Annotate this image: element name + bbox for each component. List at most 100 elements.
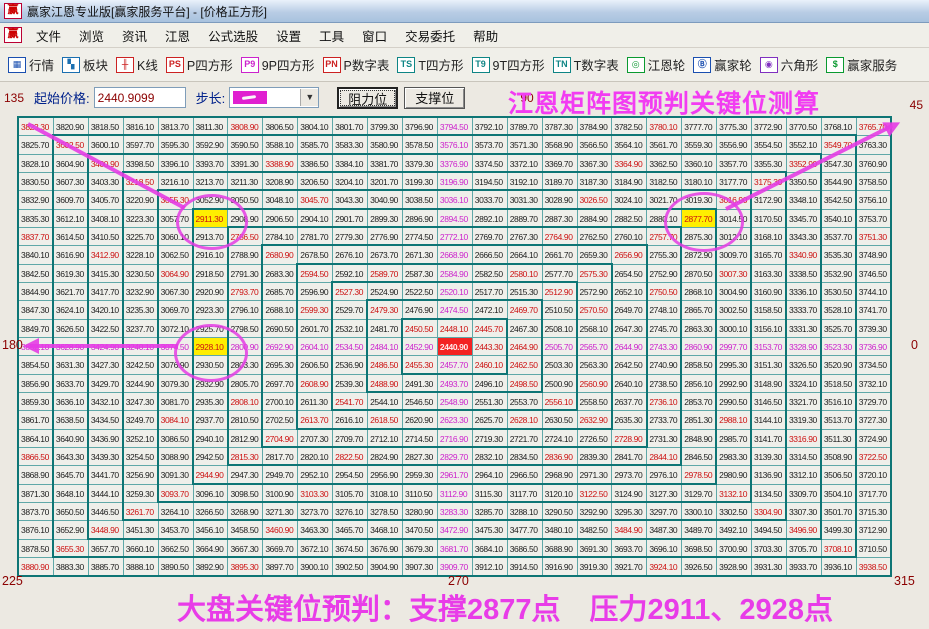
grid-cell[interactable]: 3628.90 (53, 337, 89, 357)
grid-cell[interactable]: 2486.50 (368, 356, 403, 375)
grid-cell[interactable]: 2630.50 (542, 411, 578, 430)
grid-cell[interactable]: 2949.70 (263, 466, 299, 485)
grid-cell[interactable]: 3480.10 (542, 521, 578, 540)
grid-cell[interactable]: 3362.50 (647, 154, 683, 173)
grid-cell[interactable]: 3470.50 (402, 521, 438, 540)
grid-cell[interactable]: 2745.70 (647, 319, 683, 338)
grid-cell[interactable]: 3439.30 (88, 447, 124, 467)
grid-cell[interactable]: 3388.90 (263, 154, 299, 173)
grid-cell[interactable]: 2868.10 (682, 282, 718, 302)
grid-cell[interactable]: 2925.70 (193, 319, 229, 338)
grid-cell[interactable]: 3468.10 (368, 521, 403, 540)
grid-cell[interactable]: 2505.70 (542, 337, 578, 357)
grid-cell[interactable]: 3242.50 (123, 356, 159, 375)
grid-cell[interactable]: 2673.70 (368, 246, 403, 265)
grid-cell[interactable]: 2608.90 (298, 374, 334, 393)
grid-cell[interactable]: 2678.50 (298, 246, 334, 265)
step-combobox[interactable]: ▼ (229, 87, 320, 108)
grid-cell[interactable]: 3160.90 (752, 282, 787, 302)
grid-cell[interactable]: 3576.10 (437, 136, 473, 155)
grid-cell[interactable]: 2764.90 (542, 227, 578, 247)
grid-cell[interactable]: 3050.50 (228, 191, 264, 210)
grid-cell[interactable]: 3580.90 (368, 136, 403, 155)
grid-cell[interactable]: 3326.50 (786, 356, 822, 375)
support-button[interactable]: 支撑位 (404, 86, 466, 109)
grid-cell[interactable]: 3612.10 (53, 209, 89, 228)
grid-cell[interactable]: 3914.50 (507, 557, 543, 577)
grid-cell[interactable]: 3933.70 (786, 557, 822, 577)
grid-cell[interactable]: 2548.90 (437, 392, 473, 412)
grid-cell[interactable]: 3146.50 (752, 392, 787, 412)
grid-cell[interactable]: 2493.70 (437, 374, 473, 393)
grid-cell[interactable]: 3360.10 (682, 154, 718, 173)
grid-cell[interactable]: 3883.30 (53, 557, 89, 577)
grid-cell[interactable]: 3655.30 (53, 539, 89, 558)
grid-cell[interactable]: 3525.70 (821, 319, 857, 338)
grid-cell[interactable]: 3643.30 (53, 447, 89, 467)
grid-cell[interactable]: 2968.90 (542, 466, 578, 485)
grid-cell[interactable]: 3182.50 (647, 172, 683, 192)
grid-cell[interactable]: 2853.70 (682, 392, 718, 412)
grid-cell[interactable]: 2616.10 (333, 411, 369, 430)
grid-cell[interactable]: 3847.30 (19, 301, 54, 320)
grid-cell[interactable]: 2623.30 (437, 411, 473, 430)
grid-cell[interactable]: 3756.10 (856, 191, 892, 210)
grid-cell[interactable]: 3432.10 (88, 392, 124, 412)
grid-cell[interactable]: 3681.70 (437, 539, 473, 558)
grid-cell[interactable]: 3441.70 (88, 466, 124, 485)
grid-cell[interactable]: 3907.30 (402, 557, 438, 577)
grid-cell[interactable]: 3864.10 (19, 429, 54, 448)
grid-cell[interactable]: 3528.10 (821, 301, 857, 320)
grid-cell[interactable]: 3520.90 (821, 356, 857, 375)
grid-cell[interactable]: 3415.30 (88, 264, 124, 283)
grid-cell[interactable]: 3717.70 (856, 484, 892, 503)
grid-cell[interactable]: 3410.50 (88, 227, 124, 247)
grid-cell[interactable]: 2474.50 (437, 301, 473, 320)
grid-cell[interactable]: 3554.50 (752, 136, 787, 155)
grid-cell[interactable]: 3645.70 (53, 466, 89, 485)
grid-cell[interactable]: 3280.90 (402, 502, 438, 522)
grid-cell[interactable]: 3045.70 (298, 191, 334, 210)
grid-cell[interactable]: 3820.90 (53, 118, 89, 137)
grid-cell[interactable]: 3031.30 (507, 191, 543, 210)
grid-cell[interactable]: 2916.10 (193, 246, 229, 265)
grid-cell[interactable]: 2985.70 (717, 429, 753, 448)
grid-cell[interactable]: 3458.50 (228, 521, 264, 540)
grid-cell[interactable]: 3026.50 (577, 191, 613, 210)
grid-cell[interactable]: 2769.70 (472, 227, 508, 247)
grid-cell[interactable]: 3744.10 (856, 282, 892, 302)
grid-cell[interactable]: 3561.70 (647, 136, 683, 155)
combo-dropdown-icon[interactable]: ▼ (300, 89, 319, 106)
grid-cell[interactable]: 3624.10 (53, 301, 89, 320)
grid-cell[interactable]: 2712.10 (368, 429, 403, 448)
grid-cell[interactable]: 2580.10 (507, 264, 543, 283)
grid-cell[interactable]: 2498.50 (507, 374, 543, 393)
grid-cell[interactable]: 2536.90 (333, 356, 369, 375)
grid-cell[interactable]: 2659.30 (577, 246, 613, 265)
menu-item-公式选股[interactable]: 公式选股 (199, 23, 267, 48)
grid-cell[interactable]: 3213.70 (193, 172, 229, 192)
grid-cell[interactable]: 3232.90 (123, 282, 159, 302)
grid-cell[interactable]: 2776.90 (368, 227, 403, 247)
grid-cell[interactable]: 3868.90 (19, 466, 54, 485)
grid-cell[interactable]: 3033.70 (472, 191, 508, 210)
grid-cell[interactable]: 3079.30 (158, 374, 194, 393)
grid-cell[interactable]: 3405.70 (88, 191, 124, 210)
grid-cell[interactable]: 2596.90 (298, 282, 334, 302)
grid-cell[interactable]: 2846.50 (682, 447, 718, 467)
grid-cell[interactable]: 2503.30 (542, 356, 578, 375)
grid-cell[interactable]: 3489.70 (682, 521, 718, 540)
grid-cell[interactable]: 2995.30 (717, 356, 753, 375)
grid-cell[interactable]: 2702.50 (263, 411, 299, 430)
grid-cell[interactable]: 2688.10 (263, 301, 299, 320)
grid-cell[interactable]: 2786.50 (228, 227, 264, 247)
grid-cell[interactable]: 3602.50 (53, 136, 89, 155)
grid-cell[interactable]: 3136.90 (752, 466, 787, 485)
grid-cell[interactable]: 2851.30 (682, 411, 718, 430)
grid-cell[interactable]: 2911.30 (193, 209, 229, 228)
grid-cell[interactable]: 3804.10 (298, 118, 334, 137)
grid-cell[interactable]: 3501.70 (821, 502, 857, 522)
grid-cell[interactable]: 3660.10 (123, 539, 159, 558)
grid-cell[interactable]: 3931.30 (752, 557, 787, 577)
grid-cell[interactable]: 2848.90 (682, 429, 718, 448)
